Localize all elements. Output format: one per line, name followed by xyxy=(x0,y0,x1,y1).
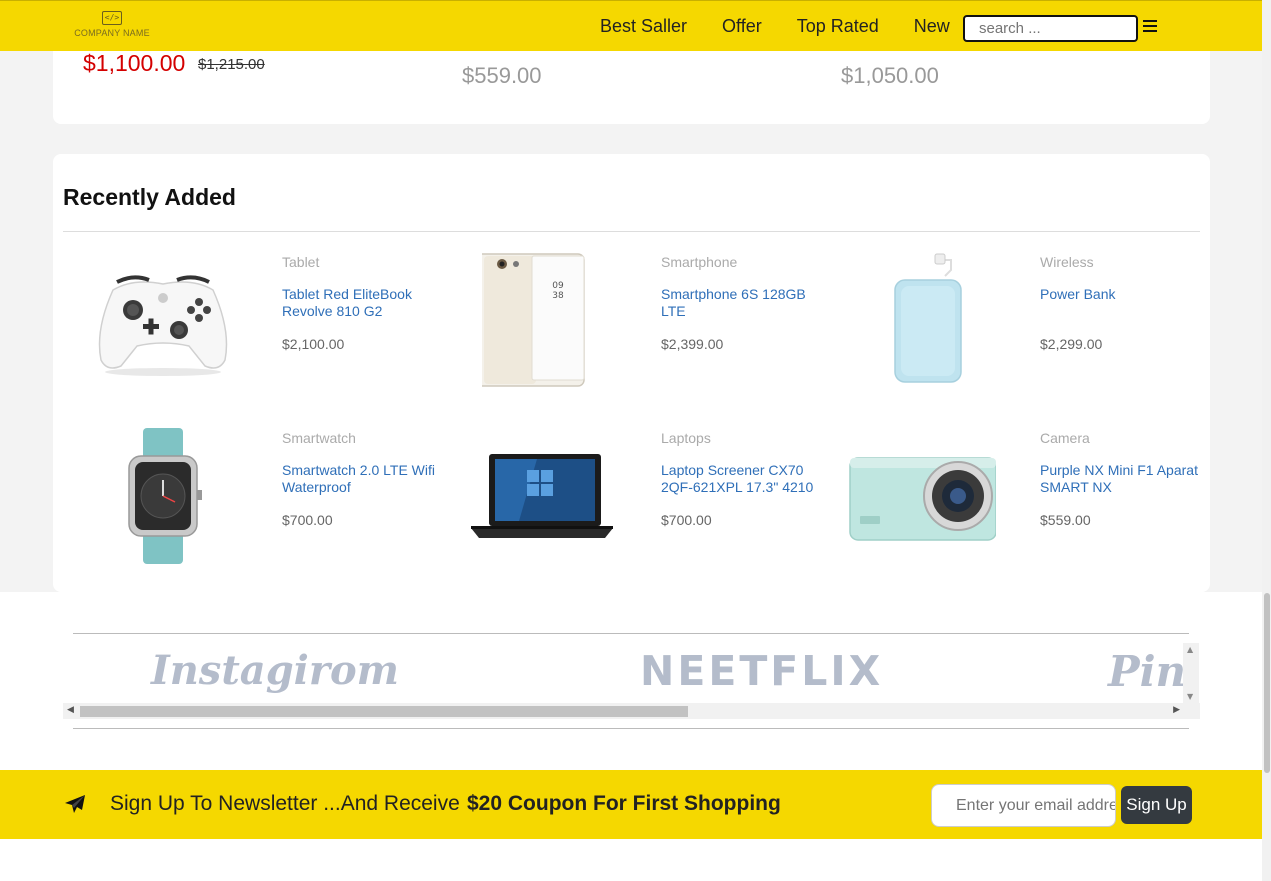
search-input[interactable] xyxy=(963,15,1138,42)
newsletter-text: Sign Up To Newsletter ...And Receive xyxy=(110,792,460,815)
product-image[interactable] xyxy=(841,250,1001,390)
product-title-link[interactable]: Smartwatch 2.0 LTE Wifi Waterproof xyxy=(282,462,452,496)
product-card[interactable]: 09 38 Smartphone Smartphone 6S 128GB LTE… xyxy=(462,250,832,390)
product-category: Tablet xyxy=(282,254,320,270)
product-card[interactable]: Laptops Laptop Screener CX70 2QF-621XPL … xyxy=(462,426,832,566)
brand-carousel: Instagirom NEETFLIX Pin ▲ ▼ ◀ ▶ xyxy=(0,592,1262,770)
divider xyxy=(73,633,1189,634)
product-price: $559.00 xyxy=(462,63,542,88)
brand-logo[interactable]: NEETFLIX xyxy=(640,647,883,695)
product-card[interactable]: Wireless Power Bank $2,299.00 xyxy=(841,250,1211,390)
product-price: $2,100.00 xyxy=(282,336,345,352)
scroll-thumb[interactable] xyxy=(80,706,688,717)
product-image[interactable] xyxy=(83,426,243,566)
page-scrollbar[interactable] xyxy=(1262,0,1271,881)
product-price: $700.00 xyxy=(282,512,333,528)
newsletter-coupon: $20 Coupon For First Shopping xyxy=(467,792,781,815)
sale-price: $1,100.00 xyxy=(83,50,186,76)
product-image[interactable] xyxy=(462,426,622,566)
product-price: $2,299.00 xyxy=(1040,336,1103,352)
product-category: Camera xyxy=(1040,430,1090,446)
product-category: Wireless xyxy=(1040,254,1094,270)
company-logo[interactable]: </> COMPANY NAME xyxy=(70,11,154,38)
product-title-link[interactable]: Tablet Red EliteBook Revolve 810 G2 xyxy=(282,286,452,320)
newsletter-bar: Sign Up To Newsletter ...And Receive $20… xyxy=(0,770,1262,839)
product-card[interactable]: Smartwatch Smartwatch 2.0 LTE Wifi Water… xyxy=(83,426,453,566)
product-price: $559.00 xyxy=(1040,512,1091,528)
product-image[interactable] xyxy=(841,426,1001,566)
svg-text:38: 38 xyxy=(552,291,564,301)
hamburger-icon[interactable] xyxy=(1143,20,1157,34)
scroll-down-icon[interactable]: ▼ xyxy=(1187,692,1193,701)
site-header: </> COMPANY NAME Best Saller Offer Top R… xyxy=(0,0,1262,51)
vertical-scrollbar[interactable]: ▲ ▼ xyxy=(1183,643,1199,703)
recently-added-section: Recently Added Tablet Tablet Red EliteBo… xyxy=(53,154,1210,592)
sign-up-button[interactable]: Sign Up xyxy=(1121,786,1192,824)
product-price: $1,050.00 xyxy=(841,63,939,88)
nav-best-saller[interactable]: Best Saller xyxy=(600,16,687,37)
section-title: Recently Added xyxy=(63,184,236,210)
product-card[interactable]: Tablet Tablet Red EliteBook Revolve 810 … xyxy=(83,250,453,390)
nav-offer[interactable]: Offer xyxy=(722,16,762,37)
power-bank-icon xyxy=(894,253,962,383)
product-image[interactable]: 09 38 xyxy=(462,250,622,390)
laptop-icon xyxy=(471,454,613,538)
smartphone-icon: 09 38 xyxy=(482,253,585,387)
product-category: Laptops xyxy=(661,430,711,446)
scroll-up-icon[interactable]: ▲ xyxy=(1187,645,1193,654)
old-price: $1,215.00 xyxy=(198,56,265,73)
svg-text:09: 09 xyxy=(552,281,564,291)
main-nav: Best Saller Offer Top Rated New xyxy=(600,16,985,37)
product-image[interactable] xyxy=(83,250,243,390)
nav-new[interactable]: New xyxy=(914,16,950,37)
product-title-link[interactable]: Smartphone 6S 128GB LTE xyxy=(661,286,831,320)
product-price: $2,399.00 xyxy=(661,336,724,352)
email-field[interactable] xyxy=(931,784,1116,827)
camera-icon xyxy=(849,457,996,541)
product-title-link[interactable]: Laptop Screener CX70 2QF-621XPL 17.3" 42… xyxy=(661,462,831,496)
scroll-left-icon[interactable]: ◀ xyxy=(67,705,74,715)
product-price: $700.00 xyxy=(661,512,712,528)
product-category: Smartwatch xyxy=(282,430,356,446)
product-category: Smartphone xyxy=(661,254,738,270)
brand-logo[interactable]: Pin xyxy=(1108,647,1183,696)
scroll-thumb[interactable] xyxy=(1264,593,1270,773)
company-name: COMPANY NAME xyxy=(74,28,150,38)
nav-top-rated[interactable]: Top Rated xyxy=(797,16,879,37)
paper-plane-icon xyxy=(65,795,85,813)
product-title-link[interactable]: Purple NX Mini F1 Aparat SMART NX xyxy=(1040,462,1210,496)
scroll-right-icon[interactable]: ▶ xyxy=(1173,705,1180,715)
footer-area xyxy=(0,839,1262,881)
brand-strip[interactable]: Instagirom NEETFLIX Pin xyxy=(63,643,1183,703)
code-icon: </> xyxy=(102,11,122,25)
brand-logo[interactable]: Instagirom xyxy=(151,647,399,694)
smartwatch-icon xyxy=(128,428,202,564)
horizontal-scrollbar[interactable]: ◀ ▶ xyxy=(63,703,1200,719)
game-controller-icon xyxy=(98,275,228,376)
divider xyxy=(73,728,1189,729)
product-title-link[interactable]: Power Bank xyxy=(1040,286,1210,303)
product-card[interactable]: Camera Purple NX Mini F1 Aparat SMART NX… xyxy=(841,426,1211,566)
divider xyxy=(63,231,1200,232)
